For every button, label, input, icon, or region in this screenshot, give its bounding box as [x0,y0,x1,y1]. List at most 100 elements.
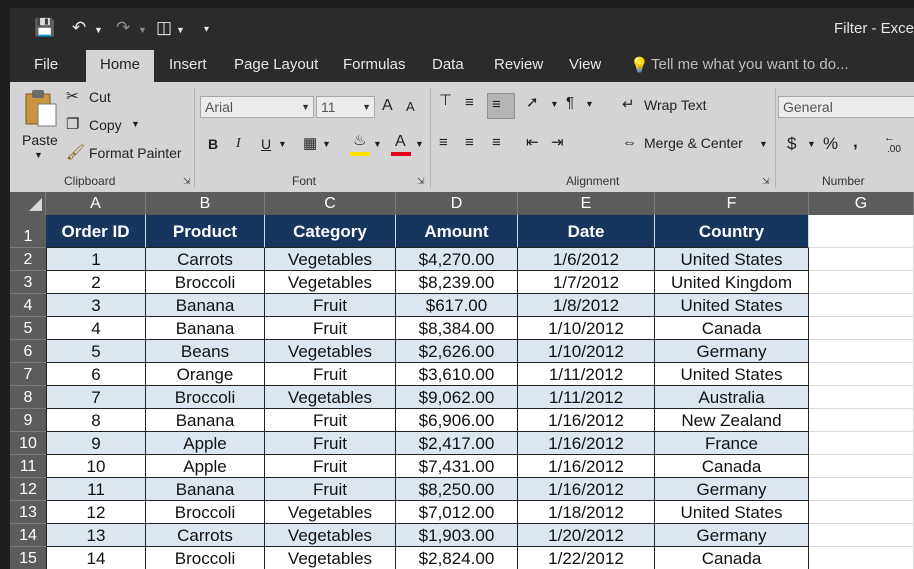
table-cell[interactable]: Banana [146,409,265,432]
table-cell[interactable]: $3,610.00 [396,363,518,386]
table-cell[interactable]: 13 [46,524,146,547]
fill-color-dropdown-icon[interactable]: ▼ [373,139,382,149]
row-header-9[interactable]: 9 [10,409,46,432]
tab-view[interactable]: View [569,56,601,73]
table-cell[interactable]: Fruit [265,363,396,386]
clipboard-launcher-icon[interactable]: ⇲ [183,176,191,187]
table-header-cell[interactable]: Category [265,215,396,248]
table-cell[interactable]: $4,270.00 [396,248,518,271]
empty-cell[interactable] [809,248,914,271]
tab-formulas[interactable]: Formulas [343,56,406,73]
empty-cell[interactable] [809,271,914,294]
font-name-select[interactable]: Arial ▼ [200,96,314,118]
table-cell[interactable]: 1/10/2012 [518,340,655,363]
orientation-icon[interactable]: ➚ [526,94,539,112]
row-header-2[interactable]: 2 [10,248,46,271]
decrease-indent-icon[interactable]: ⇤ [526,134,539,152]
table-cell[interactable]: Fruit [265,455,396,478]
row-header-4[interactable]: 4 [10,294,46,317]
row-header-12[interactable]: 12 [10,478,46,501]
middle-align-icon[interactable]: ≡ [465,94,474,112]
table-cell[interactable]: Fruit [265,409,396,432]
underline-dropdown-icon[interactable]: ▼ [278,139,287,149]
increase-indent-icon[interactable]: ⇥ [551,134,564,152]
empty-cell[interactable] [809,432,914,455]
table-cell[interactable]: Fruit [265,478,396,501]
table-cell[interactable]: 1/10/2012 [518,317,655,340]
paste-button[interactable]: Paste [22,132,58,148]
table-header-cell[interactable]: Date [518,215,655,248]
wrap-text-icon[interactable]: ↵ [622,96,635,114]
row-header-14[interactable]: 14 [10,524,46,547]
table-cell[interactable]: Vegetables [265,248,396,271]
table-cell[interactable]: 12 [46,501,146,524]
column-header-b[interactable]: B [146,192,265,215]
bold-button[interactable]: B [208,136,218,152]
copy-button[interactable]: Copy [89,117,122,133]
table-cell[interactable]: $617.00 [396,294,518,317]
table-cell[interactable]: Banana [146,478,265,501]
tell-me-box[interactable]: Tell me what you want to do... [651,56,849,73]
cut-icon[interactable]: ✂ [66,88,79,106]
align-center-icon[interactable]: ≡ [465,134,474,152]
table-cell[interactable]: New Zealand [655,409,809,432]
empty-cell[interactable] [809,294,914,317]
row-header-5[interactable]: 5 [10,317,46,340]
align-left-icon[interactable]: ≡ [439,134,448,152]
table-cell[interactable]: 7 [46,386,146,409]
empty-cell[interactable] [809,340,914,363]
text-direction-dropdown-icon[interactable]: ▼ [585,99,594,109]
top-align-icon[interactable]: ⊤ [439,92,452,110]
empty-cell[interactable] [809,524,914,547]
table-cell[interactable]: United States [655,501,809,524]
empty-cell[interactable] [809,547,914,569]
undo-icon[interactable]: ↶ [72,18,86,38]
tab-review[interactable]: Review [494,56,543,73]
row-header-3[interactable]: 3 [10,271,46,294]
table-cell[interactable]: 1/11/2012 [518,363,655,386]
shrink-font-button[interactable]: A [406,99,415,114]
text-direction-icon[interactable]: ¶ [566,94,574,112]
row-header-15[interactable]: 15 [10,547,46,569]
font-color-dropdown-icon[interactable]: ▼ [415,139,424,149]
font-color-icon[interactable]: A [395,133,406,151]
table-cell[interactable]: 5 [46,340,146,363]
table-cell[interactable]: Fruit [265,317,396,340]
table-cell[interactable]: Vegetables [265,271,396,294]
table-cell[interactable]: Apple [146,455,265,478]
italic-button[interactable]: I [236,136,241,152]
cut-button[interactable]: Cut [89,89,111,105]
table-cell[interactable]: United States [655,248,809,271]
paste-icon[interactable] [24,88,58,128]
table-cell[interactable]: $2,417.00 [396,432,518,455]
row-header-13[interactable]: 13 [10,501,46,524]
table-cell[interactable]: Vegetables [265,340,396,363]
table-cell[interactable]: Australia [655,386,809,409]
table-cell[interactable]: Canada [655,317,809,340]
table-cell[interactable]: Orange [146,363,265,386]
number-format-select[interactable]: General [778,96,914,118]
table-cell[interactable]: $8,384.00 [396,317,518,340]
row-header-7[interactable]: 7 [10,363,46,386]
empty-cell[interactable] [809,363,914,386]
table-cell[interactable]: Vegetables [265,386,396,409]
comma-button[interactable]: , [853,132,858,152]
table-cell[interactable]: Apple [146,432,265,455]
copy-dropdown-icon[interactable]: ▼ [131,119,140,129]
undo-dropdown-icon[interactable]: ▼ [94,20,103,40]
orientation-dropdown-icon[interactable]: ▼ [550,99,559,109]
table-cell[interactable]: Vegetables [265,547,396,569]
merge-center-button[interactable]: Merge & Center [644,135,743,151]
borders-dropdown-icon[interactable]: ▼ [322,139,331,149]
table-cell[interactable]: Broccoli [146,501,265,524]
table-cell[interactable]: 1/16/2012 [518,409,655,432]
table-cell[interactable]: Fruit [265,432,396,455]
table-cell[interactable]: $2,824.00 [396,547,518,569]
wrap-text-button[interactable]: Wrap Text [644,97,707,113]
table-cell[interactable]: United States [655,294,809,317]
empty-cell[interactable] [809,215,914,248]
table-cell[interactable]: 2 [46,271,146,294]
row-header-6[interactable]: 6 [10,340,46,363]
table-header-cell[interactable]: Order ID [46,215,146,248]
table-cell[interactable]: Broccoli [146,386,265,409]
